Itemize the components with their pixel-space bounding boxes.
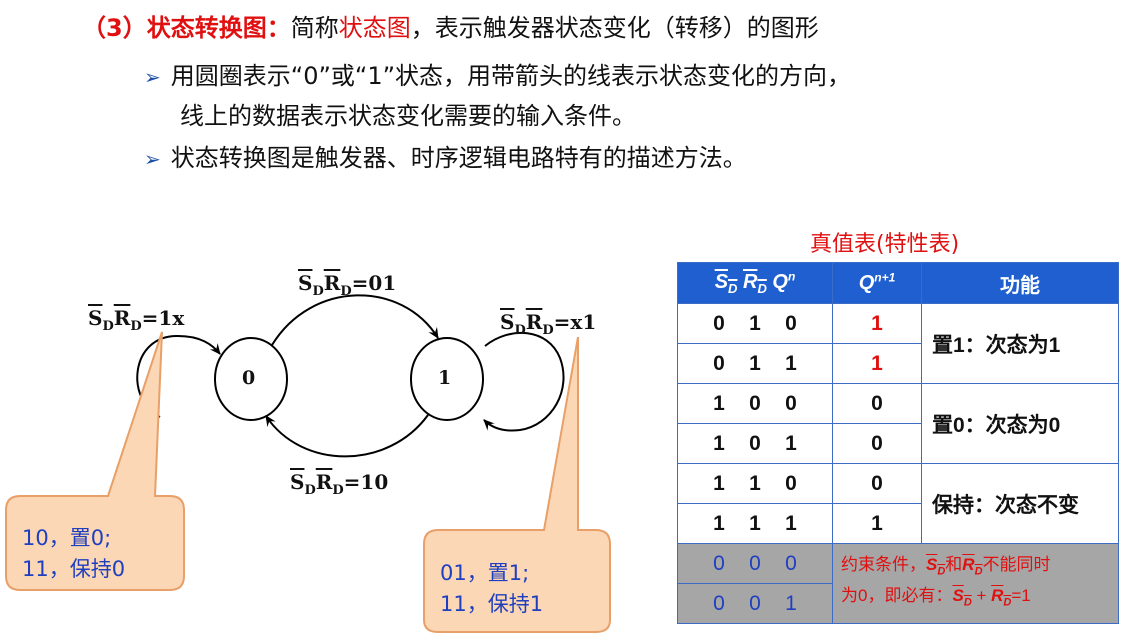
header-function: 功能 [921,262,1119,304]
self-loop-0 [155,348,216,412]
section-heading: （3）状态转换图：简称状态图，表示触发器状态变化（转移）的图形 [82,8,819,43]
arrow-0-to-1 [271,294,439,346]
row-function: 置1：次态为1 [921,303,1119,384]
state-0-label: 0 [242,367,256,389]
callout-left: 10，置0; 11，保持0 [22,523,125,585]
row-qn1: 1 [832,303,922,344]
right-label-value: =x1 [553,310,597,334]
row-inputs: 000 [677,543,833,584]
callout-left-line-2: 11，保持0 [22,557,126,581]
row-qn1: 0 [832,423,922,464]
row-function: 置0：次态为0 [921,383,1119,464]
left-label-value: =1x [141,306,185,330]
label-top-transition: SDRD=01 [298,271,397,299]
bullet-2: ➢ 状态转换图是触发器、时序逻辑电路特有的描述方法。 [144,138,747,173]
bullet-arrow-icon: ➢ [144,65,161,89]
heading-label: （3）状态转换图： [82,14,291,42]
truth-table: SD RD Qn Qn+1 功能 010 1 置1：次态为1 011 1 100… [677,262,1119,624]
constraint-note: 约束条件，SD和RD不能同时 为0，即必有：SD + RD=1 [832,543,1119,624]
label-bottom-transition: SDRD=10 [290,470,389,498]
bullet-1: ➢ 用圆圈表示“0”或“1”状态，用带箭头的线表示状态变化的方向， [144,56,851,91]
header-inputs: SD RD Qn [677,262,833,304]
bullet-2-text: 状态转换图是触发器、时序逻辑电路特有的描述方法。 [170,144,747,172]
row-inputs: 111 [677,503,833,544]
bottom-label-value: =10 [343,470,389,494]
callout-right-line-1: 01，置1; [440,561,530,585]
table-header-row: SD RD Qn Qn+1 功能 [677,262,1119,304]
truth-table-title: 真值表(特性表) [810,232,960,257]
row-inputs: 100 [677,383,833,424]
row-inputs: 110 [677,463,833,504]
callout-right: 01，置1; 11，保持1 [440,558,543,620]
header-qn1: Qn+1 [832,262,922,304]
row-inputs: 011 [677,343,833,384]
table-row: 000 约束条件，SD和RD不能同时 为0，即必有：SD + RD=1 [677,543,1119,624]
row-inputs: 010 [677,303,833,344]
label-left-loop: SDRD=1x [88,306,185,334]
row-qn1: 0 [832,383,922,424]
row-qn1: 0 [832,463,922,504]
label-right-loop: SDRD=x1 [500,310,597,338]
row-qn1: 1 [832,503,922,544]
callout-left-line-1: 10，置0; [22,526,112,550]
table-row: 110 0 保持：次态不变 [677,463,1119,544]
arrow-1-to-0 [265,414,429,458]
row-inputs: 101 [677,423,833,464]
bullet-1-continuation: 线上的数据表示状态变化需要的输入条件。 [180,102,636,130]
bullet-1-text: 用圆圈表示“0”或“1”状态，用带箭头的线表示状态变化的方向， [170,62,852,90]
bullet-arrow-icon: ➢ [144,147,161,171]
intro-red: 状态图 [338,14,411,42]
table-row: 010 1 置1：次态为1 [677,303,1119,384]
table-row: 100 0 置0：次态为0 [677,383,1119,464]
row-inputs: 001 [677,583,833,624]
intro-b: ，表示触发器状态变化（转移）的图形 [410,14,819,42]
callout-right-line-2: 11，保持1 [440,592,544,616]
intro-a: 简称 [290,14,339,42]
top-label-value: =01 [351,271,397,295]
state-1-label: 1 [438,367,452,389]
row-qn1: 1 [832,343,922,384]
self-loop-1-arc [483,331,565,432]
row-function: 保持：次态不变 [921,463,1119,544]
